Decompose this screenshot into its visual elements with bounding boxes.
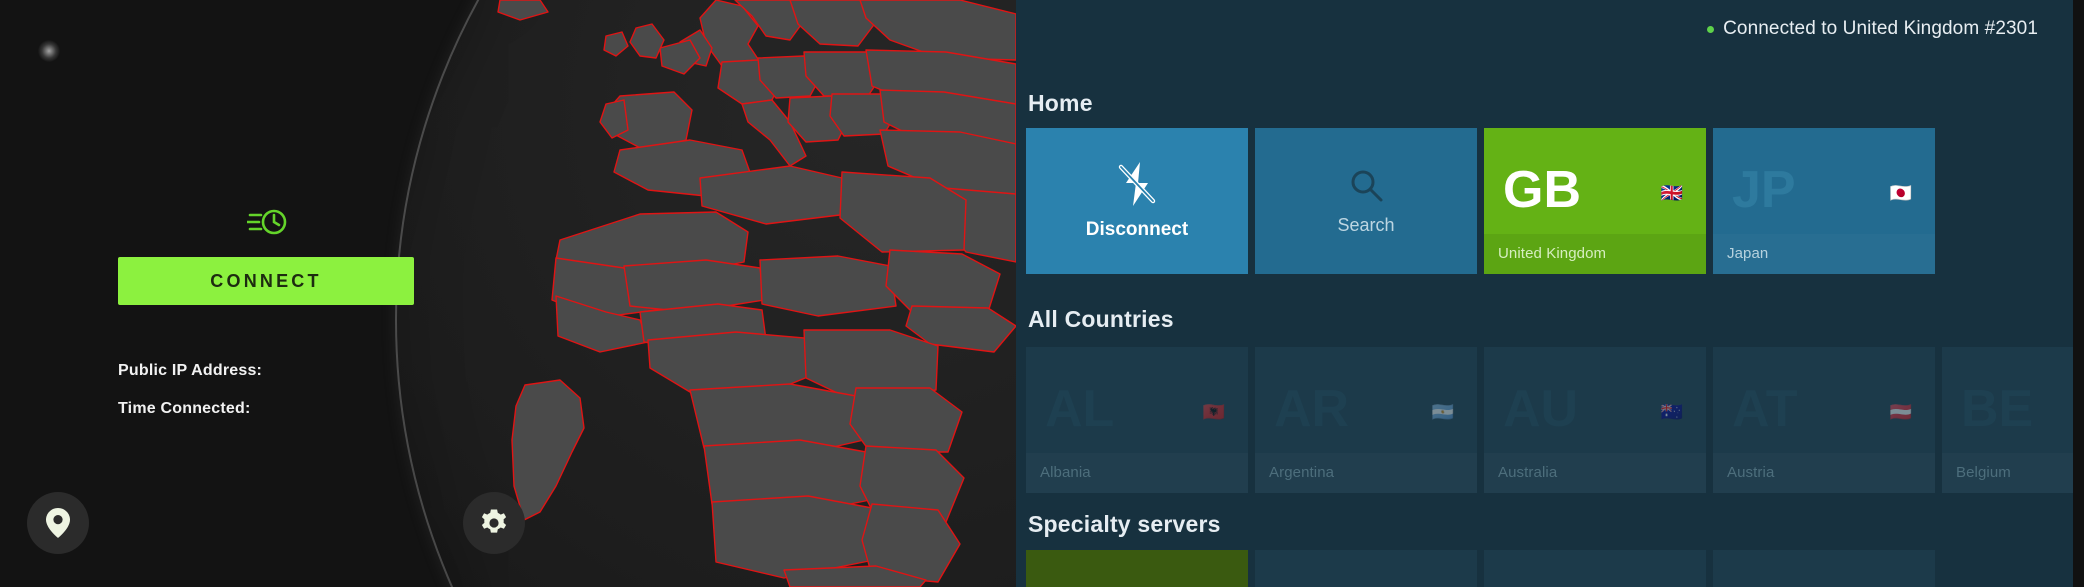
location-button[interactable]: [27, 492, 89, 554]
flag-icon-gb: 🇬🇧: [1660, 183, 1684, 203]
country-code: AU: [1503, 380, 1579, 438]
flag-icon-jp: 🇯🇵: [1889, 183, 1913, 203]
flag-icon-al: 🇦🇱: [1202, 402, 1226, 422]
tile-specialty-3[interactable]: [1484, 550, 1706, 587]
country-name: Japan: [1727, 245, 1769, 262]
connection-status-text: Connected to United Kingdom #2301: [1723, 18, 2038, 39]
location-pin-icon: [46, 508, 70, 538]
connect-cluster: CONNECT: [118, 205, 418, 305]
country-name: Austria: [1727, 464, 1775, 481]
tile-search-label: Search: [1337, 214, 1395, 235]
flag-icon-ar: 🇦🇷: [1431, 402, 1455, 422]
speed-timer-icon: [247, 209, 287, 235]
section-title-home: Home: [1028, 90, 1093, 116]
gear-icon: [481, 509, 507, 533]
tile-country-jp[interactable]: JP 🇯🇵 Japan: [1713, 128, 1935, 274]
country-name: Albania: [1040, 464, 1091, 481]
tile-specialty-1[interactable]: [1026, 550, 1248, 587]
time-connected-label: Time Connected:: [118, 400, 251, 417]
tile-country-ar[interactable]: AR 🇦🇷 Argentina: [1255, 347, 1477, 493]
vpn-application-window: CONNECT Public IP Address: Time Connecte…: [0, 0, 2084, 587]
country-name: United Kingdom: [1498, 245, 1607, 262]
connection-status-bar: Connected to United Kingdom #2301: [1707, 18, 2038, 40]
specialty-servers-tile-row: [1026, 550, 1935, 587]
connect-button[interactable]: CONNECT: [118, 257, 414, 305]
country-name: Australia: [1498, 464, 1558, 481]
country-name: Belgium: [1956, 464, 2011, 481]
settings-button[interactable]: [463, 492, 525, 554]
country-code: JP: [1732, 161, 1796, 219]
tile-country-be[interactable]: BE 🇧🇪 Belgium: [1942, 347, 2073, 493]
tile-disconnect[interactable]: Disconnect: [1026, 128, 1248, 274]
tile-search[interactable]: Search: [1255, 128, 1477, 274]
vpn-sidebar-panel: Connected to United Kingdom #2301 Home D…: [1016, 0, 2073, 587]
public-ip-address-label: Public IP Address:: [118, 362, 263, 379]
country-code: AR: [1274, 380, 1350, 438]
home-tile-row: Disconnect Search GB 🇬🇧 United Kingdom J…: [1026, 128, 1935, 274]
flag-icon-at: 🇦🇹: [1889, 402, 1913, 422]
status-indicator-dot: [1707, 25, 1715, 33]
flag-icon-au: 🇦🇺: [1660, 402, 1684, 422]
country-code: BE: [1961, 380, 2034, 438]
tile-country-au[interactable]: AU 🇦🇺 Australia: [1484, 347, 1706, 493]
tile-disconnect-label: Disconnect: [1085, 219, 1189, 240]
tile-country-gb[interactable]: GB 🇬🇧 United Kingdom: [1484, 128, 1706, 274]
country-code: GB: [1503, 161, 1581, 219]
section-title-specialty-servers: Specialty servers: [1028, 511, 1221, 537]
country-code: AT: [1732, 380, 1798, 438]
all-countries-tile-row: AL 🇦🇱 Albania AR 🇦🇷 Argentina AU 🇦🇺 Aust…: [1026, 347, 2073, 493]
search-icon: [1351, 170, 1383, 201]
tile-specialty-4[interactable]: [1713, 550, 1935, 587]
country-name: Argentina: [1269, 464, 1335, 481]
map-panel: CONNECT Public IP Address: Time Connecte…: [0, 0, 1016, 587]
tile-country-at[interactable]: AT 🇦🇹 Austria: [1713, 347, 1935, 493]
tile-specialty-2[interactable]: [1255, 550, 1477, 587]
country-code: AL: [1045, 380, 1115, 438]
section-title-all-countries: All Countries: [1028, 306, 1174, 332]
tile-country-al[interactable]: AL 🇦🇱 Albania: [1026, 347, 1248, 493]
lightning-bolt-slash-icon: [1118, 162, 1156, 206]
